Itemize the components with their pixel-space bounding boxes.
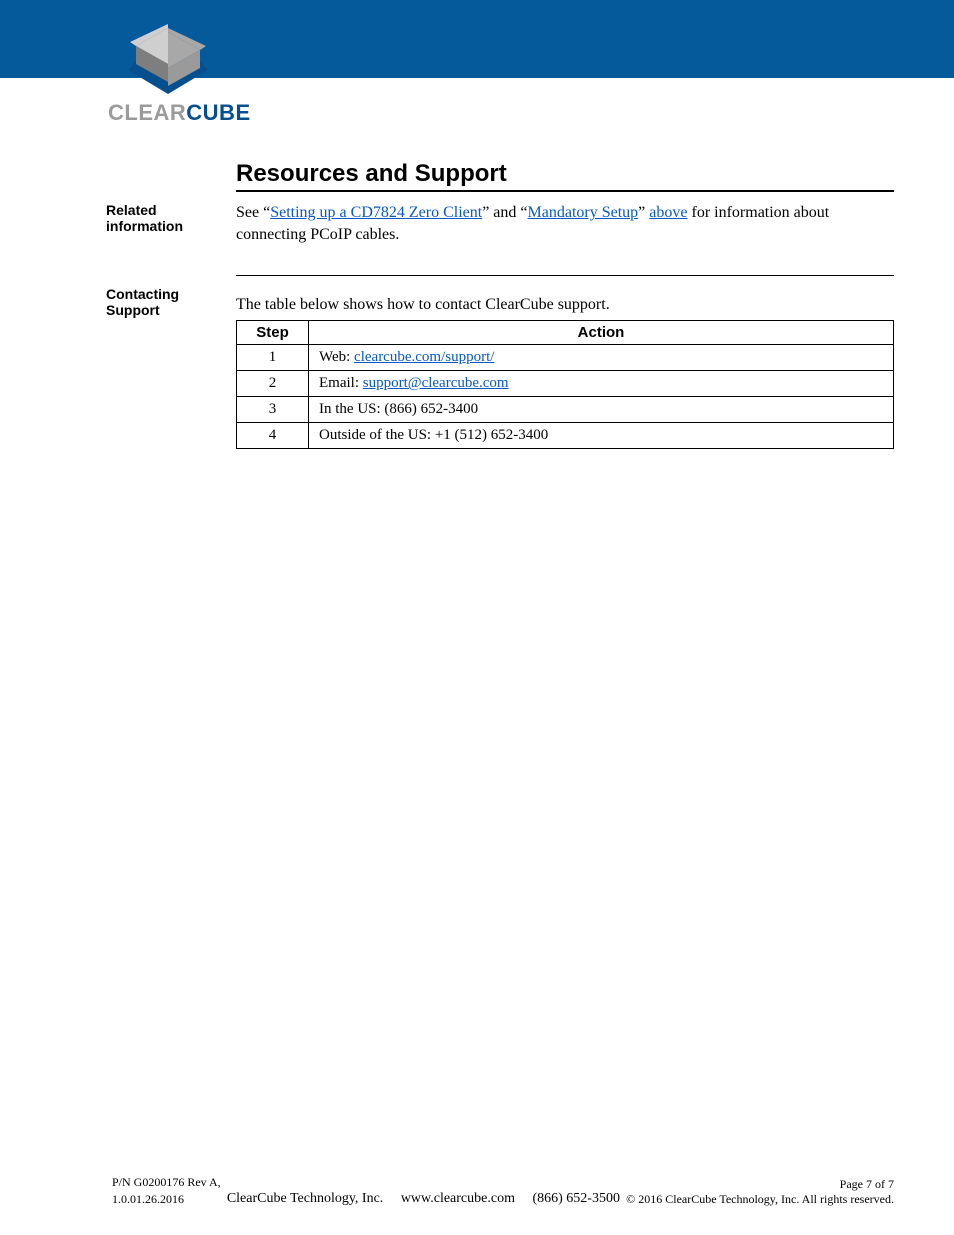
text: Web:: [319, 349, 354, 365]
divider: [236, 275, 894, 276]
quote: ”: [638, 204, 649, 221]
step-number: 4: [237, 423, 309, 449]
contacting-support-row: Contacting Support The table below shows…: [236, 286, 894, 449]
text: Email:: [319, 375, 363, 391]
logo-text-clear: CLEAR: [108, 100, 186, 125]
table-header-row: Step Action: [237, 321, 894, 345]
section-title: Resources and Support: [236, 160, 894, 192]
support-steps-table: Step Action 1 Web: clearcube.com/support…: [236, 320, 894, 449]
steps-intro: The table below shows how to contact Cle…: [236, 296, 894, 314]
text: Outside of the US: +1 (512) 652-3400: [319, 427, 548, 443]
step-action: Email: support@clearcube.com: [309, 371, 894, 397]
step-number: 2: [237, 371, 309, 397]
text: See: [236, 204, 263, 221]
text: In the US: (866) 652-3400: [319, 401, 478, 417]
table-row: 2 Email: support@clearcube.com: [237, 371, 894, 397]
related-information-row: Related information See “Setting up a CD…: [236, 202, 894, 245]
footer-company: ClearCube Technology, Inc.: [227, 1191, 383, 1206]
step-action: Outside of the US: +1 (512) 652-3400: [309, 423, 894, 449]
step-action: Web: clearcube.com/support/: [309, 345, 894, 371]
step-number: 1: [237, 345, 309, 371]
page-footer: P/N G0200176 Rev A, 1.0.01.26.2016 Clear…: [0, 1175, 954, 1207]
footer-revision: 1.0.01.26.2016: [112, 1192, 221, 1207]
clearcube-logo: CLEARCUBE: [108, 24, 280, 126]
related-link-above[interactable]: above: [649, 204, 687, 221]
cube-mark-icon: [108, 24, 228, 94]
footer-right: Page 7 of 7 © 2016 ClearCube Technology,…: [626, 1177, 894, 1207]
footer-website: www.clearcube.com: [401, 1191, 515, 1206]
footer-copyright: © 2016 ClearCube Technology, Inc. All ri…: [626, 1192, 894, 1207]
support-web-link[interactable]: clearcube.com/support/: [354, 349, 494, 365]
main-content: Resources and Support Related informatio…: [236, 160, 894, 449]
footer-page-number: Page 7 of 7: [626, 1177, 894, 1192]
footer-left: P/N G0200176 Rev A, 1.0.01.26.2016: [112, 1175, 221, 1207]
table-row: 3 In the US: (866) 652-3400: [237, 397, 894, 423]
footer-part-number: P/N G0200176 Rev A,: [112, 1175, 221, 1190]
text: ” and “: [482, 204, 527, 221]
related-link-setup[interactable]: Setting up a CD7824 Zero Client: [270, 204, 482, 221]
footer-phone: (866) 652-3500: [532, 1191, 620, 1206]
table-header-step: Step: [237, 321, 309, 345]
step-action: In the US: (866) 652-3400: [309, 397, 894, 423]
contacting-support-label: Contacting Support: [106, 286, 226, 318]
step-number: 3: [237, 397, 309, 423]
logo-text: CLEARCUBE: [108, 100, 280, 126]
table-header-action: Action: [309, 321, 894, 345]
table-row: 1 Web: clearcube.com/support/: [237, 345, 894, 371]
footer-middle: ClearCube Technology, Inc. www.clearcube…: [221, 1191, 626, 1207]
table-row: 4 Outside of the US: +1 (512) 652-3400: [237, 423, 894, 449]
related-information-text: See “Setting up a CD7824 Zero Client” an…: [236, 202, 894, 245]
support-email-link[interactable]: support@clearcube.com: [363, 375, 509, 391]
related-information-label: Related information: [106, 202, 226, 234]
logo-text-cube: CUBE: [186, 100, 250, 125]
related-link-mandatory[interactable]: Mandatory Setup: [528, 204, 639, 221]
